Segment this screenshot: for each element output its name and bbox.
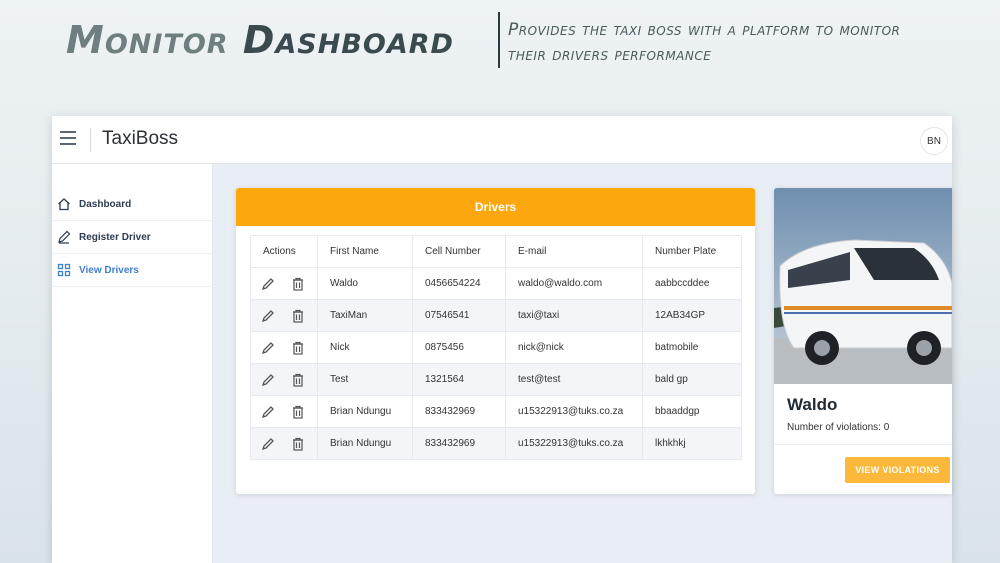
cell-first-name: Nick [317,331,413,364]
cell-first-name: TaxiMan [317,299,413,332]
delete-trash-icon[interactable] [290,276,306,292]
table-row: Nick 0875456 nick@nick batmobile [250,331,742,364]
cell-email: waldo@waldo.com [505,267,643,300]
row-actions [250,299,318,332]
avatar[interactable]: BN [920,127,948,155]
headline-subtitle: Provides the taxi boss with a platform t… [508,20,901,65]
sidebar-item-view-drivers[interactable]: View Drivers [52,254,212,287]
slide-headline: Monitor Dashboard Provides the taxi boss… [66,12,966,72]
delete-trash-icon[interactable] [290,372,306,388]
column-header-actions: Actions [250,235,318,268]
sidebar: Dashboard Register Driver View Drivers [52,164,213,563]
sidebar-item-dashboard[interactable]: Dashboard [52,188,212,221]
table-row: TaxiMan 07546541 taxi@taxi 12AB34GP [250,299,742,332]
cell-number-plate: bbaaddgp [642,395,742,428]
table-row: Brian Ndungu 833432969 u15322913@tuks.co.z… [250,395,742,428]
violations-count: Number of violations: 0 [787,422,890,433]
delete-trash-icon[interactable] [290,340,306,356]
cell-number-plate: bald gp [642,363,742,396]
menu-icon[interactable] [60,131,76,145]
edit-pencil-icon[interactable] [260,276,276,292]
cell-cell-number: 833432969 [412,395,506,428]
cell-number-plate: aabbccddee [642,267,742,300]
taxi-photo [774,188,952,384]
drivers-card: Drivers Actions First Name Cell Number E… [236,188,755,494]
sidebar-item-label: View Drivers [79,264,139,276]
row-actions [250,267,318,300]
edit-pencil-icon[interactable] [260,340,276,356]
row-actions [250,395,318,428]
drivers-card-title: Drivers [236,188,755,226]
column-header-first-name: First Name [317,235,413,268]
cell-email: u15322913@tuks.co.za [505,395,643,428]
cell-number-plate: 12AB34GP [642,299,742,332]
cell-number-plate: batmobile [642,331,742,364]
row-actions [250,427,318,460]
cell-email: nick@nick [505,331,643,364]
headline-title-part1: Monitor [66,18,229,62]
driver-name: Waldo [787,395,838,414]
edit-pencil-icon[interactable] [260,308,276,324]
headline-divider [498,12,500,68]
column-header-number-plate: Number Plate [642,235,742,268]
cell-number-plate: lkhkhkj [642,427,742,460]
delete-trash-icon[interactable] [290,436,306,452]
table-row: Test 1321564 test@test bald gp [250,363,742,396]
cell-cell-number: 07546541 [412,299,506,332]
column-header-email: E-mail [505,235,643,268]
cell-cell-number: 0875456 [412,331,506,364]
headline-title: Monitor Dashboard [66,18,454,62]
sidebar-item-label: Register Driver [79,231,151,243]
top-bar: TaxiBoss BN [52,116,952,164]
delete-trash-icon[interactable] [290,308,306,324]
profile-divider [774,444,952,445]
topbar-divider [90,128,91,152]
row-actions [250,331,318,364]
edit-pencil-icon[interactable] [260,372,276,388]
column-header-cell-number: Cell Number [412,235,506,268]
cell-email: test@test [505,363,643,396]
cell-first-name: Test [317,363,413,396]
cell-email: u15322913@tuks.co.za [505,427,643,460]
table-row: Brian Ndungu 833432969 u15322913@tuks.co.z… [250,427,742,460]
row-actions [250,363,318,396]
table-header-row: Actions First Name Cell Number E-mail Nu… [250,235,742,268]
sidebar-item-register-driver[interactable]: Register Driver [52,221,212,254]
delete-trash-icon[interactable] [290,404,306,420]
cell-cell-number: 1321564 [412,363,506,396]
driver-profile-card: Waldo Number of violations: 0 VIEW VIOLA… [774,188,952,494]
brand-title: TaxiBoss [102,128,179,149]
pencil-icon [56,229,72,245]
sidebar-item-label: Dashboard [79,198,132,210]
table-row: Waldo 0456654224 waldo@waldo.com aabbccddee [250,267,742,300]
grid-icon [56,262,72,278]
cell-email: taxi@taxi [505,299,643,332]
view-violations-button[interactable]: VIEW VIOLATIONS [845,457,950,483]
app-window: TaxiBoss BN Dashboard Register Driver Vi… [52,116,952,563]
cell-cell-number: 833432969 [412,427,506,460]
headline-title-part2: Dashboard [242,18,454,62]
home-icon [56,196,72,212]
edit-pencil-icon[interactable] [260,436,276,452]
drivers-table: Actions First Name Cell Number E-mail Nu… [250,235,742,460]
cell-cell-number: 0456654224 [412,267,506,300]
cell-first-name: Waldo [317,267,413,300]
cell-first-name: Brian Ndungu [317,427,413,460]
cell-first-name: Brian Ndungu [317,395,413,428]
edit-pencil-icon[interactable] [260,404,276,420]
